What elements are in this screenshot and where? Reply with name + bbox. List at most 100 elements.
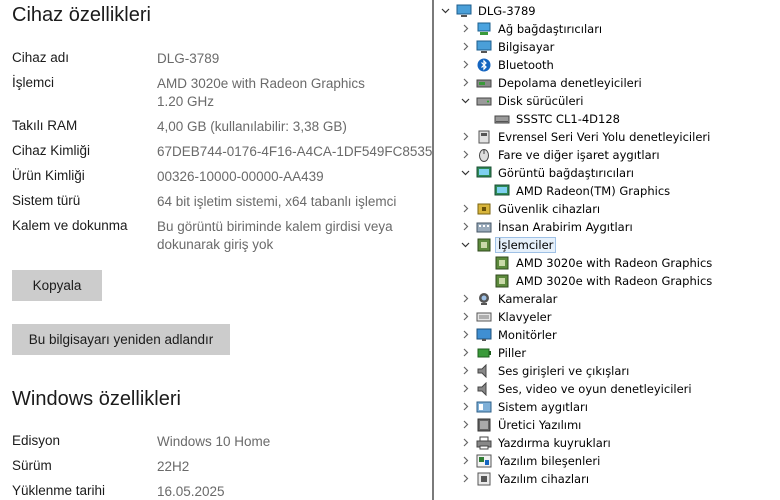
chevron-right-icon[interactable] [461,456,470,465]
chevron-right-icon[interactable] [461,204,470,213]
tree-item-label: Yazılım bileşenleri [498,454,601,468]
chevron-down-icon[interactable] [461,168,470,177]
speaker-icon [476,364,492,378]
chevron-right-icon[interactable] [461,42,470,51]
tree-item-label: AMD Radeon(TM) Graphics [516,184,671,198]
tree-item-label: Klavyeler [498,310,552,324]
tree-root-label: DLG-3789 [478,4,536,18]
disk-drive-icon [476,94,492,108]
tree-category[interactable]: Klavyeler [434,308,780,326]
spec-label: Sistem türü [12,193,81,208]
tree-category[interactable]: İnsan Arabirim Aygıtları [434,218,780,236]
disk-icon [494,112,510,126]
spec-value: 64 bit işletim sistemi, x64 tabanlı işle… [157,194,397,209]
storage-controller-icon [476,76,492,90]
spec-label: Edisyon [12,433,61,448]
tree-category[interactable]: Piller [434,344,780,362]
chevron-right-icon[interactable] [461,402,470,411]
spec-label: Sürüm [12,458,52,473]
chevron-right-icon[interactable] [461,348,470,357]
tree-root[interactable]: DLG-3789 [434,2,780,20]
processor-icon [476,238,492,252]
tree-category[interactable]: Fare ve diğer işaret aygıtları [434,146,780,164]
tree-category[interactable]: Güvenlik cihazları [434,200,780,218]
chevron-down-icon[interactable] [461,96,470,105]
usb-icon [476,130,492,144]
spec-label: Kalem ve dokunma [12,218,128,233]
tree-category[interactable]: Disk sürücüleri [434,92,780,110]
tree-category[interactable]: Yazdırma kuyrukları [434,434,780,452]
spec-label: Ürün Kimliği [12,168,85,183]
copy-button[interactable]: Kopyala [12,270,102,301]
system-device-icon [476,400,492,414]
tree-item-label: Kameralar [498,292,558,306]
tree-device[interactable]: AMD 3020e with Radeon Graphics [434,254,780,272]
tree-category[interactable]: Ses, video ve oyun denetleyicileri [434,380,780,398]
chevron-right-icon[interactable] [461,366,470,375]
tree-item-label: Görüntü bağdaştırıcıları [498,166,635,180]
tree-item-label: Üretici Yazılımı [498,418,582,432]
chevron-right-icon[interactable] [461,132,470,141]
computer-icon [456,4,472,18]
hid-icon [476,220,492,234]
spec-value-line2: 1.20 GHz [157,94,215,109]
tree-item-label: Ses girişleri ve çıkışları [498,364,630,378]
settings-about-panel: Cihaz özellikleri Cihaz adı DLG-3789 İşl… [0,0,432,500]
tree-category[interactable]: Yazılım bileşenleri [434,452,780,470]
chevron-right-icon[interactable] [461,24,470,33]
battery-icon [476,346,492,360]
device-manager-tree: DLG-3789 Ağ bağdaştırıcıları Bilgisayar Bl… [434,0,780,500]
chevron-down-icon[interactable] [441,6,450,15]
tree-item-label: Monitörler [498,328,557,342]
tree-category[interactable]: Bilgisayar [434,38,780,56]
spec-value: 00326-10000-00000-AA439 [157,169,324,184]
software-component-icon [476,454,492,468]
chevron-right-icon[interactable] [461,294,470,303]
computer-icon [476,40,492,54]
chevron-right-icon[interactable] [461,222,470,231]
printer-icon [476,436,492,450]
chevron-right-icon[interactable] [461,330,470,339]
bluetooth-icon [476,58,492,72]
speaker-icon [476,382,492,396]
tree-category[interactable]: Monitörler [434,326,780,344]
tree-item-label: Bluetooth [498,58,554,72]
tree-category[interactable]: Depolama denetleyicileri [434,74,780,92]
chevron-right-icon[interactable] [461,474,470,483]
tree-category[interactable]: Ses girişleri ve çıkışları [434,362,780,380]
chevron-right-icon[interactable] [461,312,470,321]
tree-category[interactable]: Evrensel Seri Veri Yolu denetleyicileri [434,128,780,146]
tree-category[interactable]: Bluetooth [434,56,780,74]
tree-item-label: AMD 3020e with Radeon Graphics [516,256,713,270]
tree-category[interactable]: Yazılım cihazları [434,470,780,488]
tree-category[interactable]: Ağ bağdaştırıcıları [434,20,780,38]
tree-device[interactable]: SSSTC CL1-4D128 [434,110,780,128]
tree-category[interactable]: Kameralar [434,290,780,308]
tree-category[interactable]: Üretici Yazılımı [434,416,780,434]
chevron-right-icon[interactable] [461,78,470,87]
tree-item-label: AMD 3020e with Radeon Graphics [516,274,713,288]
display-adapter-icon [494,184,510,198]
tree-category[interactable]: Sistem aygıtları [434,398,780,416]
tree-device[interactable]: AMD 3020e with Radeon Graphics [434,272,780,290]
keyboard-icon [476,310,492,324]
chevron-right-icon[interactable] [461,60,470,69]
software-device-icon [476,472,492,486]
tree-category[interactable]: Görüntü bağdaştırıcıları [434,164,780,182]
spec-value: 16.05.2025 [157,484,225,499]
chevron-down-icon[interactable] [461,240,470,249]
tree-item-label: İşlemciler [494,237,557,253]
chevron-right-icon[interactable] [461,150,470,159]
tree-item-label: Evrensel Seri Veri Yolu denetleyicileri [498,130,711,144]
mouse-icon [476,148,492,162]
spec-label: Takılı RAM [12,118,78,133]
tree-category[interactable]: İşlemciler [434,236,780,254]
tree-item-label: Ses, video ve oyun denetleyicileri [498,382,692,396]
tree-device[interactable]: AMD Radeon(TM) Graphics [434,182,780,200]
spec-value: 4,00 GB (kullanılabilir: 3,38 GB) [157,119,347,134]
chevron-right-icon[interactable] [461,420,470,429]
chevron-right-icon[interactable] [461,384,470,393]
spec-value: 22H2 [157,459,190,474]
rename-pc-button[interactable]: Bu bilgisayarı yeniden adlandır [12,324,230,355]
chevron-right-icon[interactable] [461,438,470,447]
